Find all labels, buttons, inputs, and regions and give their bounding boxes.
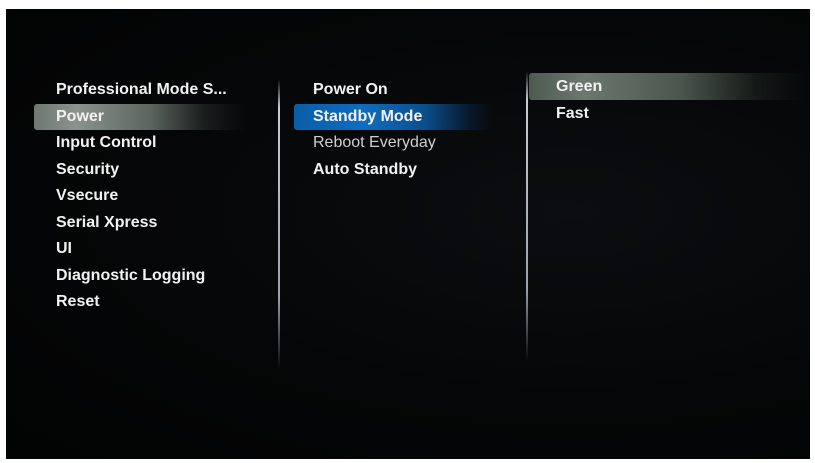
menu-item-reset[interactable]: Reset [6, 289, 276, 316]
menu-item-serial-xpress[interactable]: Serial Xpress [6, 210, 276, 237]
submenu-item-reboot-everyday[interactable]: Reboot Everyday [286, 130, 526, 157]
submenu-item-standby-mode[interactable]: Standby Mode [294, 103, 493, 130]
power-submenu: Power On Standby Mode Reboot Everyday Au… [286, 77, 526, 183]
menu-item-vsecure[interactable]: Vsecure [6, 183, 276, 210]
menu-item-power[interactable]: Power [34, 103, 246, 130]
column-divider-right [526, 71, 528, 361]
column-divider-left [278, 79, 280, 369]
category-menu: Professional Mode S... Power Input Contr… [6, 77, 276, 316]
submenu-item-power-on[interactable]: Power On [286, 77, 526, 104]
menu-item-security[interactable]: Security [6, 157, 276, 184]
option-green[interactable]: Green [529, 73, 806, 100]
option-fast[interactable]: Fast [529, 100, 810, 127]
menu-item-ui[interactable]: UI [6, 236, 276, 263]
submenu-item-auto-standby[interactable]: Auto Standby [286, 157, 526, 184]
standby-mode-options: Green Fast [529, 73, 810, 127]
menu-item-diagnostic-logging[interactable]: Diagnostic Logging [6, 263, 276, 290]
menu-item-input-control[interactable]: Input Control [6, 130, 276, 157]
tv-screen: Professional Mode S... Power Input Contr… [6, 9, 810, 459]
menu-item-professional-mode-settings[interactable]: Professional Mode S... [6, 77, 276, 104]
